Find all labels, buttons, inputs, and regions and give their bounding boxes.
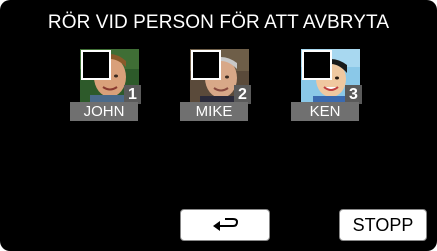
person-card-3[interactable]: 3 KEN: [283, 46, 367, 122]
person-name-label: JOHN: [70, 102, 138, 121]
person-card-1[interactable]: 1 JOHN: [62, 46, 146, 122]
return-arrow-icon: [213, 218, 239, 231]
select-checkbox-2[interactable]: [191, 50, 221, 80]
person-name-label: KEN: [291, 102, 359, 121]
back-button[interactable]: [180, 209, 270, 241]
select-checkbox-1[interactable]: [81, 50, 111, 80]
stop-button[interactable]: STOPP: [339, 209, 427, 241]
person-card-2[interactable]: 2 MIKE: [172, 46, 256, 122]
screen-title: RÖR VID PERSON FÖR ATT AVBRYTA: [47, 12, 390, 33]
camera-lcd-screen: RÖR VID PERSON FÖR ATT AVBRYTA 1 JOHN 2 …: [0, 0, 437, 251]
select-checkbox-3[interactable]: [302, 50, 332, 80]
person-name-label: MIKE: [180, 102, 248, 121]
